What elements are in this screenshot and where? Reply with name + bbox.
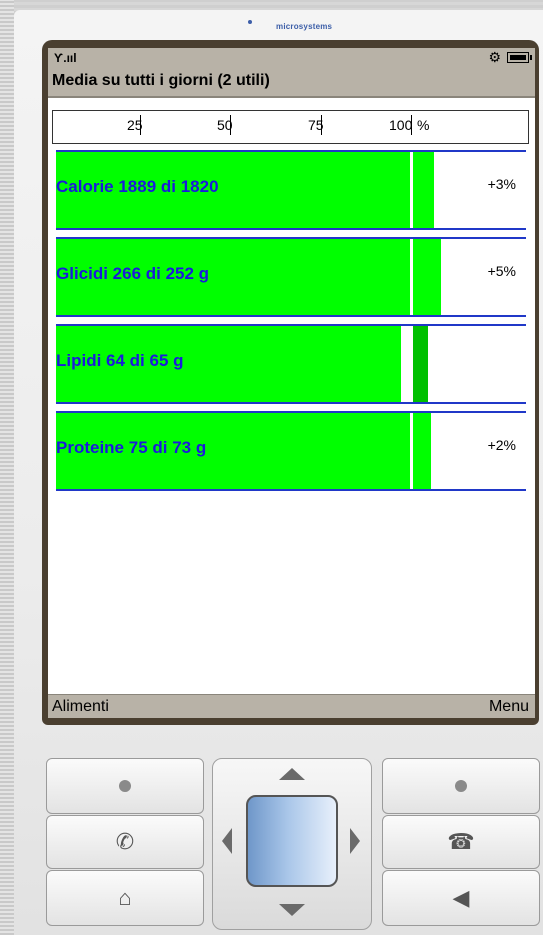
- side-stripe-left: [0, 0, 14, 935]
- home-button[interactable]: ⌂: [46, 870, 204, 926]
- nutrient-row[interactable]: Glicidi 266 di 252 g +5%: [56, 237, 526, 319]
- target-marker: [410, 152, 413, 228]
- scale-mark-75: [321, 115, 322, 135]
- scale-mark-25: [140, 115, 141, 135]
- dot-icon: [119, 780, 131, 792]
- softkey-alimenti[interactable]: Alimenti: [52, 698, 109, 716]
- left-soft-button[interactable]: [46, 758, 204, 814]
- nutrient-label: Proteine 75 di 73 g: [56, 438, 207, 457]
- hangup-button[interactable]: ☎: [382, 815, 540, 869]
- nutrient-label: Glicidi 266 di 252 g: [56, 264, 210, 283]
- phone-screen: Ƴ.ııl ⚙ Media su tutti i giorni (2 utili…: [48, 48, 535, 718]
- nutrient-deficit-bar: [412, 326, 428, 402]
- nutrient-excess-bar: [413, 152, 435, 228]
- nutrient-row[interactable]: Calorie 1889 di 1820 +3%: [56, 150, 526, 232]
- screen-title: Media su tutti i giorni (2 utili): [52, 72, 270, 89]
- nutrient-excess-bar: [413, 413, 431, 489]
- target-marker: [410, 326, 413, 402]
- nutrient-delta: +5%: [487, 263, 516, 279]
- right-soft-button[interactable]: [382, 758, 540, 814]
- nav-down-arrow-icon[interactable]: [279, 904, 305, 916]
- softkey-bar: Alimenti Menu: [48, 694, 535, 718]
- scale-mark-50: [230, 115, 231, 135]
- scale-tick-100: 100: [389, 117, 413, 133]
- nav-up-arrow-icon[interactable]: [279, 768, 305, 780]
- nutrient-delta: +3%: [487, 176, 516, 192]
- title-bar: Media su tutti i giorni (2 utili): [48, 68, 535, 98]
- brand-logo-icon: [248, 20, 252, 24]
- nutrient-label: Calorie 1889 di 1820: [56, 177, 219, 196]
- home-icon: ⌂: [118, 885, 132, 910]
- brand-label: microsystems: [276, 22, 333, 31]
- nutrient-label: Lipidi 64 di 65 g: [56, 351, 184, 370]
- nutrient-delta: +2%: [487, 437, 516, 453]
- nutrient-row[interactable]: Proteine 75 di 73 g +2%: [56, 411, 526, 493]
- dot-icon: [455, 780, 467, 792]
- scale-mark-100: [411, 115, 412, 135]
- back-button[interactable]: ◀: [382, 870, 540, 926]
- scale-tick-percent: %: [417, 117, 430, 133]
- battery-icon: [507, 51, 532, 63]
- nutrient-excess-bar: [413, 239, 441, 315]
- nav-select-button[interactable]: [246, 795, 338, 887]
- signal-strength-icon: Ƴ.ııl: [54, 51, 77, 65]
- softkey-menu[interactable]: Menu: [489, 698, 529, 716]
- back-icon: ◀: [452, 885, 470, 910]
- nutrient-row[interactable]: Lipidi 64 di 65 g: [56, 324, 526, 406]
- percent-scale: 25 50 75 100 %: [52, 110, 529, 144]
- target-marker: [410, 239, 413, 315]
- phone-hangup-icon: ☎: [447, 829, 475, 854]
- call-button[interactable]: ✆: [46, 815, 204, 869]
- nav-left-arrow-icon[interactable]: [222, 828, 232, 854]
- status-bar: Ƴ.ııl ⚙: [48, 48, 535, 68]
- nav-right-arrow-icon[interactable]: [350, 828, 360, 854]
- phone-call-icon: ✆: [115, 829, 135, 854]
- status-icons: ⚙: [488, 49, 532, 65]
- gear-icon: ⚙: [488, 49, 501, 65]
- target-marker: [410, 413, 413, 489]
